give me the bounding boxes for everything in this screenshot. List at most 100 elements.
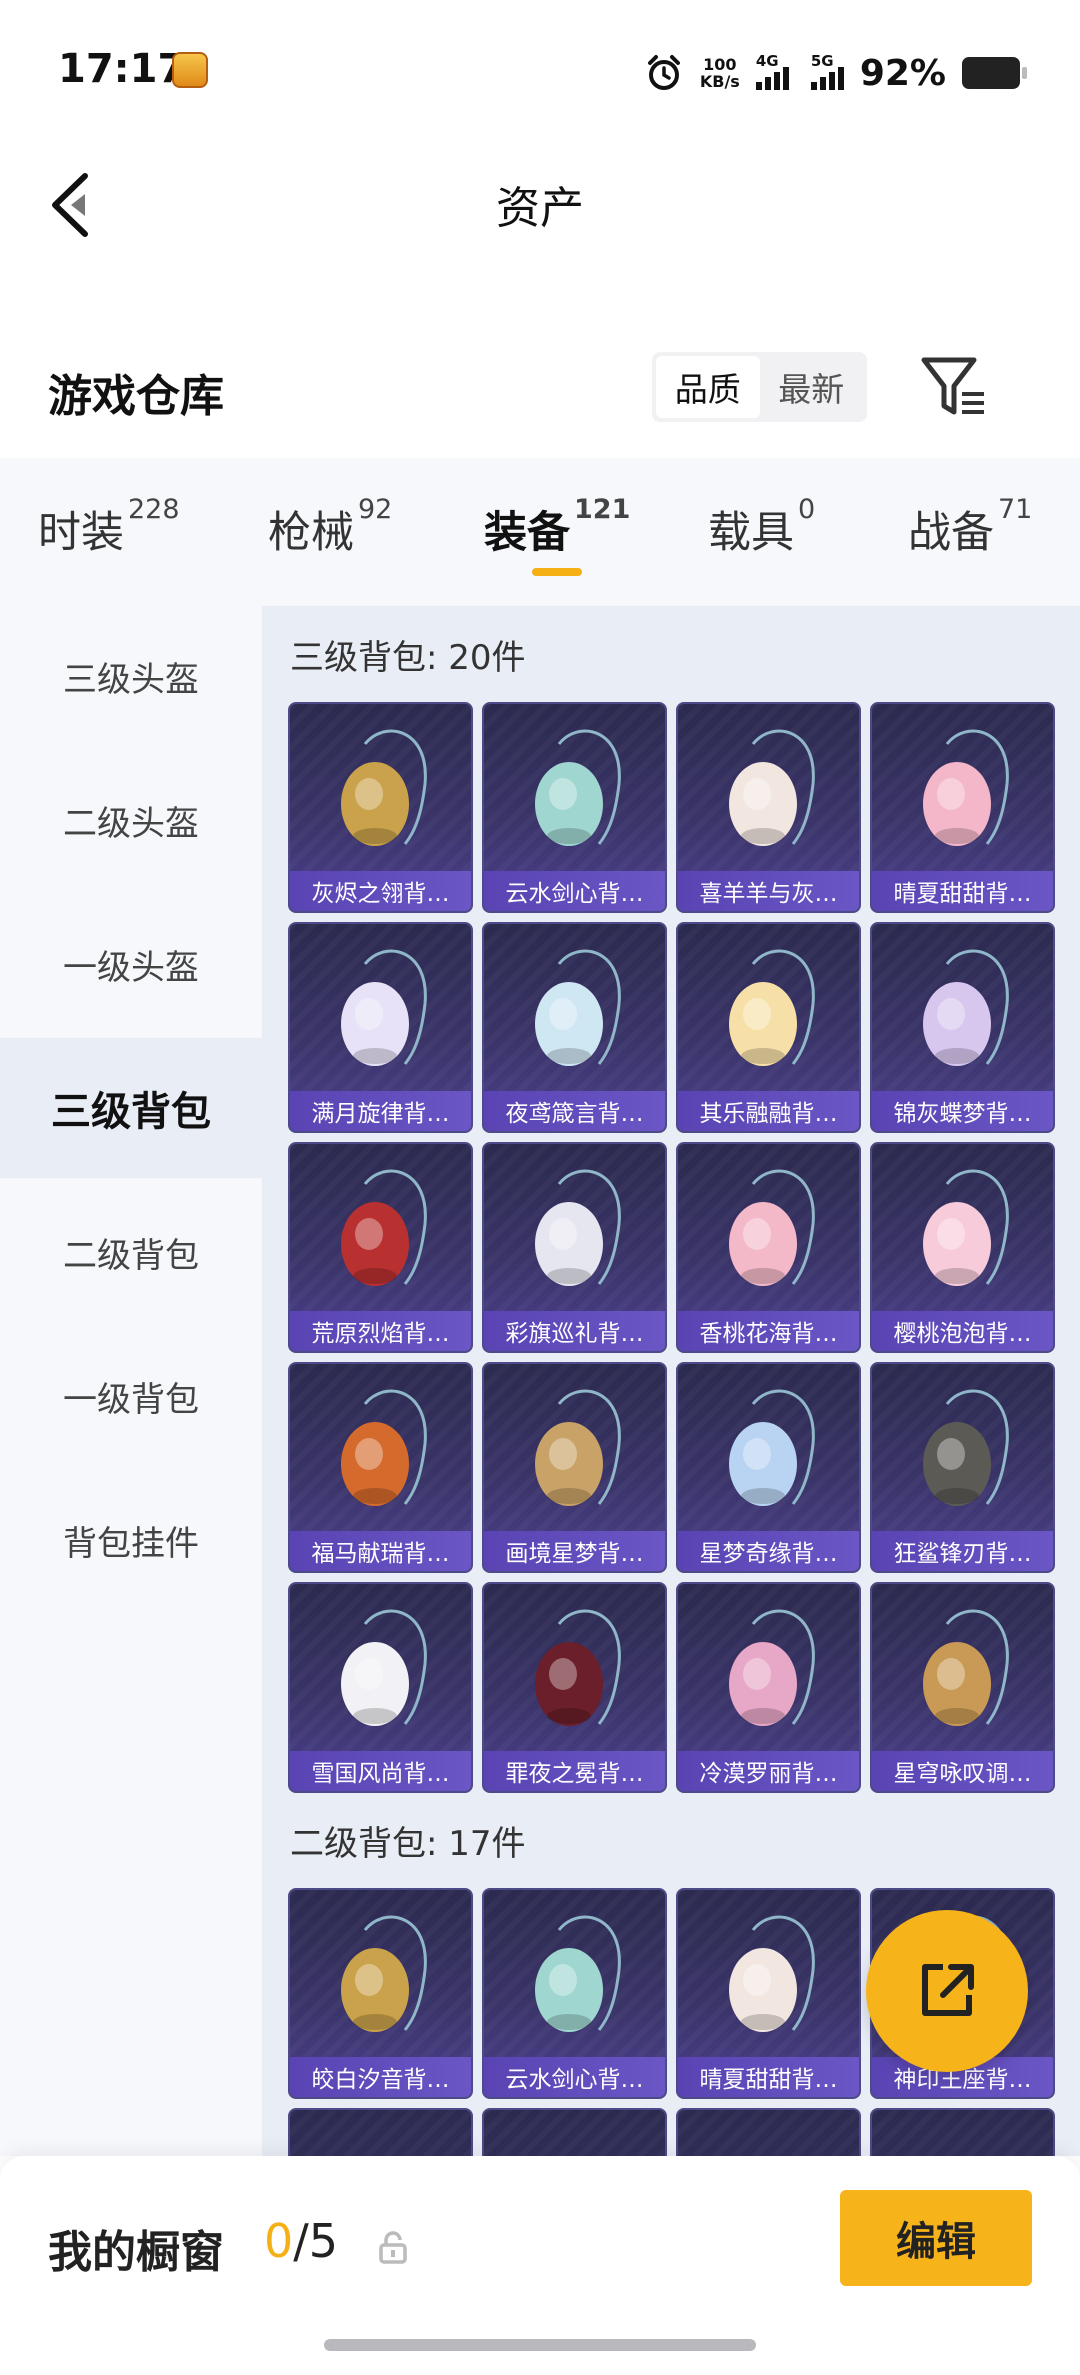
sort-newest-button[interactable]: 最新 [760,356,864,418]
item-card[interactable] [288,2108,473,2156]
sidebar-item-lv1-helmet[interactable]: 一级头盔 [0,894,262,1034]
item-card[interactable]: 彩旗巡礼背… [482,1142,667,1353]
tab-count: 121 [574,494,631,525]
item-name: 满月旋律背… [290,1091,471,1131]
backpack-thumbnail [729,1389,815,1506]
item-card[interactable] [482,2108,667,2156]
item-card[interactable] [870,2108,1055,2156]
backpack-thumbnail [341,1915,427,2032]
tab-label: 装备 [484,508,570,558]
tab-count: 92 [358,494,393,525]
item-name: 晴夏甜甜背… [872,871,1053,911]
alarm-icon [647,55,680,90]
sidebar-item-lv3-backpack[interactable]: 三级背包 [0,1038,262,1178]
sort-quality-button[interactable]: 品质 [656,356,760,418]
item-card[interactable]: 晴夏甜甜背… [870,702,1055,913]
filter-icon [921,357,984,415]
sim1-label: 4G [755,52,779,70]
share-icon [922,1964,974,2016]
item-card[interactable]: 冷漠罗丽背… [676,1582,861,1793]
sidebar-item-lv2-helmet[interactable]: 二级头盔 [0,750,262,890]
item-name: 星穹咏叹调… [872,1751,1053,1791]
network-speed-value: 100 [703,55,737,74]
item-card[interactable]: 樱桃泡泡背… [870,1142,1055,1353]
backpack-thumbnail [535,1915,621,2032]
item-card[interactable]: 星穹咏叹调… [870,1582,1055,1793]
group-title-lv2-backpack: 二级背包: 17件 [290,1824,526,1864]
item-name: 其乐融融背… [678,1091,859,1131]
backpack-thumbnail [341,1389,427,1506]
item-name: 福马献瑞背… [290,1531,471,1571]
item-card[interactable]: 皎白汐音背… [288,1888,473,2099]
item-card[interactable]: 满月旋律背… [288,922,473,1133]
item-card[interactable]: 香桃花海背… [676,1142,861,1353]
backpack-thumbnail [535,1169,621,1286]
item-card[interactable]: 星梦奇缘背… [676,1362,861,1573]
tab-supplies[interactable]: 战备 71 [908,494,1032,560]
share-button[interactable] [866,1910,1028,2072]
backpack-thumbnail [923,729,1009,846]
item-card[interactable]: 灰烬之翎背… [288,702,473,913]
tab-count: 228 [128,494,180,525]
item-card[interactable]: 福马献瑞背… [288,1362,473,1573]
battery-icon [962,57,1027,89]
status-bar: 17:17 100 KB/s 4G 5G 92% [0,0,1080,140]
item-card[interactable]: 云水剑心背… [482,702,667,913]
page-title: 资产 [496,183,584,234]
item-name: 画境星梦背… [484,1531,665,1571]
tab-label: 时装 [38,508,124,558]
showcase-count-current: 0 [264,2214,294,2268]
sidebar-item-lv3-helmet[interactable]: 三级头盔 [0,606,262,746]
item-card[interactable]: 画境星梦背… [482,1362,667,1573]
backpack-thumbnail [535,1389,621,1506]
item-name: 彩旗巡礼背… [484,1311,665,1351]
tab-guns[interactable]: 枪械 92 [268,494,392,560]
tab-fashion[interactable]: 时装 228 [38,494,180,560]
home-indicator[interactable] [324,2339,756,2351]
backpack-thumbnail [341,1169,427,1286]
sort-toggle: 品质 最新 [652,352,867,422]
item-card[interactable]: 云水剑心背… [482,1888,667,2099]
item-name: 灰烬之翎背… [290,871,471,911]
item-card[interactable]: 雪国风尚背… [288,1582,473,1793]
backpack-thumbnail [729,729,815,846]
tab-equipment[interactable]: 装备 121 [484,494,630,560]
backpack-thumbnail [729,1609,815,1726]
battery-percent: 92% [859,52,946,94]
item-name: 罪夜之冕背… [484,1751,665,1791]
sidebar-item-backpack-charm[interactable]: 背包挂件 [0,1470,262,1610]
item-name: 云水剑心背… [484,871,665,911]
item-card[interactable]: 晴夏甜甜背… [676,1888,861,2099]
item-name: 喜羊羊与灰… [678,871,859,911]
edit-button[interactable]: 编辑 [840,2190,1032,2286]
backpack-thumbnail [729,949,815,1066]
filter-button[interactable] [918,354,988,420]
item-card[interactable]: 荒原烈焰背… [288,1142,473,1353]
app-icon [172,52,208,88]
item-card[interactable]: 喜羊羊与灰… [676,702,861,913]
sidebar-item-lv1-backpack[interactable]: 一级背包 [0,1326,262,1466]
backpack-thumbnail [341,729,427,846]
sim2-label: 5G [810,52,834,70]
item-card[interactable]: 罪夜之冕背… [482,1582,667,1793]
item-card[interactable] [676,2108,861,2156]
lock-icon [379,2231,407,2264]
tab-label: 枪械 [268,508,354,558]
item-name: 樱桃泡泡背… [872,1311,1053,1351]
item-card[interactable]: 夜鸢箴言背… [482,922,667,1133]
backpack-thumbnail [729,1169,815,1286]
item-card[interactable]: 锦灰蝶梦背… [870,922,1055,1133]
item-name: 云水剑心背… [484,2057,665,2097]
network-speed: 100 KB/s [700,56,740,90]
showcase-count: 0/5 [264,2214,338,2268]
sidebar: 三级头盔 二级头盔 一级头盔 三级背包 二级背包 一级背包 背包挂件 [0,606,262,2156]
network-speed-unit: KB/s [699,72,740,91]
sidebar-item-lv2-backpack[interactable]: 二级背包 [0,1182,262,1322]
item-name: 雪国风尚背… [290,1751,471,1791]
tab-vehicles[interactable]: 载具 0 [708,494,815,560]
item-card[interactable]: 其乐融融背… [676,922,861,1133]
showcase-count-total: /5 [293,2214,339,2268]
item-name: 冷漠罗丽背… [678,1751,859,1791]
item-card[interactable]: 狂鲨锋刃背… [870,1362,1055,1573]
backpack-thumbnail [535,1609,621,1726]
